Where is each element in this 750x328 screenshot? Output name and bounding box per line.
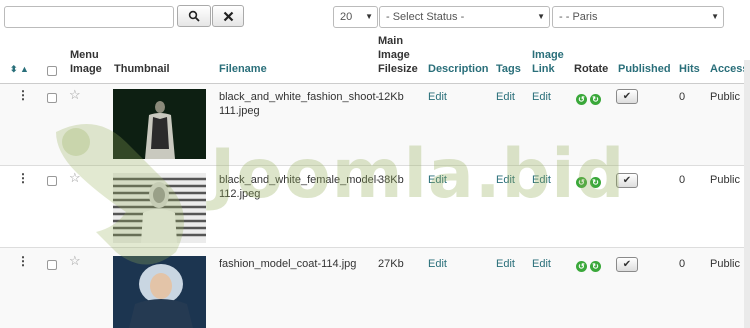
col-filesize-line3: Filesize <box>378 63 418 75</box>
col-menu-image[interactable]: Menu Image <box>70 48 102 76</box>
tags-edit-link[interactable]: Edit <box>496 173 515 187</box>
col-image-link[interactable]: Image Link <box>532 48 564 76</box>
drag-handle-icon[interactable]: ⋮ <box>17 254 29 268</box>
thumbnail-image[interactable] <box>113 256 206 328</box>
filename-line1: black_and_white_fashion_shoot- <box>219 91 380 103</box>
chevron-down-icon: ▼ <box>711 12 719 21</box>
check-icon: ✔ <box>622 90 632 102</box>
filename-line1: fashion_model_coat-114.jpg <box>219 258 357 270</box>
col-menu-image-line1: Menu <box>70 49 99 61</box>
description-edit-link[interactable]: Edit <box>428 257 447 271</box>
thumbnail-image[interactable] <box>113 173 206 243</box>
published-toggle[interactable]: ✔ <box>616 89 638 104</box>
check-icon: ✔ <box>622 258 632 270</box>
table-row: ⋮ ☆ black_and_white_female_model- 112.jp… <box>0 166 750 248</box>
image-link-edit-link[interactable]: Edit <box>532 257 551 271</box>
row-checkbox[interactable] <box>47 93 57 103</box>
select-all-checkbox[interactable] <box>47 66 57 76</box>
rotate-controls: ↺ ↻ <box>576 259 604 273</box>
rotate-left-icon[interactable]: ↺ <box>576 94 587 105</box>
col-thumbnail: Thumbnail <box>114 63 170 75</box>
col-tags[interactable]: Tags <box>496 62 521 76</box>
table-row: ⋮ ☆ fashion_model_coat-114.jpg 27Kb Edit… <box>0 248 750 328</box>
row-checkbox[interactable] <box>47 260 57 270</box>
filename: black_and_white_fashion_shoot- 111.jpeg <box>219 90 379 118</box>
hits-count: 0 <box>679 174 686 186</box>
published-toggle[interactable]: ✔ <box>616 257 638 272</box>
rotate-controls: ↺ ↻ <box>576 175 604 189</box>
list-limit-value: 20 <box>340 11 353 23</box>
rotate-controls: ↺ ↻ <box>576 92 604 106</box>
col-filename[interactable]: Filename <box>219 62 267 76</box>
close-icon <box>223 11 233 21</box>
col-menu-image-line2: Image <box>70 63 102 75</box>
drag-handle-icon[interactable]: ⋮ <box>17 171 29 185</box>
col-image-link-line1: Image <box>532 49 564 61</box>
chevron-down-icon: ▼ <box>537 12 545 21</box>
col-published[interactable]: Published <box>618 62 671 76</box>
filename: fashion_model_coat-114.jpg <box>219 257 356 271</box>
access-level: Public <box>710 258 740 270</box>
list-limit-select[interactable]: 20 ▼ <box>333 6 378 28</box>
rotate-left-icon[interactable]: ↺ <box>576 177 587 188</box>
sort-arrows-icon[interactable]: ⬍ ▲ <box>10 62 29 76</box>
category-filter-value: - - Paris <box>559 11 598 23</box>
image-link-edit-link[interactable]: Edit <box>532 90 551 104</box>
access-level: Public <box>710 91 740 103</box>
col-rotate: Rotate <box>574 63 609 75</box>
row-checkbox[interactable] <box>47 176 57 186</box>
search-icon <box>188 10 200 22</box>
filename: black_and_white_female_model- 112.jpeg <box>219 173 380 201</box>
rotate-right-icon[interactable]: ↻ <box>590 177 601 188</box>
rotate-right-icon[interactable]: ↻ <box>590 261 601 272</box>
filesize: 38Kb <box>378 174 404 186</box>
table-row: ⋮ ☆ black_and_white_fashion_shoot- 111.j… <box>0 84 750 166</box>
access-level: Public <box>710 174 740 186</box>
status-filter-value: - Select Status - <box>386 11 465 23</box>
tags-edit-link[interactable]: Edit <box>496 257 515 271</box>
col-hits[interactable]: Hits <box>679 62 700 76</box>
tags-edit-link[interactable]: Edit <box>496 90 515 104</box>
chevron-down-icon: ▼ <box>365 12 373 21</box>
thumbnail-image[interactable] <box>113 89 206 159</box>
col-filesize-line1: Main <box>378 35 404 47</box>
table-header: ⬍ ▲ Menu Image Thumbnail Filename Main I… <box>0 34 750 84</box>
star-icon[interactable]: ☆ <box>69 254 81 268</box>
hits-count: 0 <box>679 258 686 270</box>
drag-handle-icon[interactable]: ⋮ <box>17 88 29 102</box>
filesize: 12Kb <box>378 91 404 103</box>
published-toggle[interactable]: ✔ <box>616 173 638 188</box>
star-icon[interactable]: ☆ <box>69 171 81 185</box>
col-description[interactable]: Description <box>428 62 489 76</box>
rotate-left-icon[interactable]: ↺ <box>576 261 587 272</box>
category-filter-select[interactable]: - - Paris ▼ <box>552 6 724 28</box>
hits-count: 0 <box>679 91 686 103</box>
col-image-link-line2: Link <box>532 63 555 75</box>
col-filesize[interactable]: Main Image Filesize <box>378 34 418 76</box>
search-input[interactable] <box>4 6 174 28</box>
filesize: 27Kb <box>378 258 404 270</box>
description-edit-link[interactable]: Edit <box>428 90 447 104</box>
star-icon[interactable]: ☆ <box>69 88 81 102</box>
col-access[interactable]: Access <box>710 62 749 76</box>
image-link-edit-link[interactable]: Edit <box>532 173 551 187</box>
scrollbar[interactable] <box>744 60 750 328</box>
col-filesize-line2: Image <box>378 49 410 61</box>
check-icon: ✔ <box>622 174 632 186</box>
filename-line2: 111.jpeg <box>219 105 260 117</box>
filter-toolbar: 20 ▼ - Select Status - ▼ - - Paris ▼ <box>0 0 750 34</box>
filename-line2: 112.jpeg <box>219 188 261 200</box>
description-edit-link[interactable]: Edit <box>428 173 447 187</box>
rotate-right-icon[interactable]: ↻ <box>590 94 601 105</box>
search-button[interactable] <box>177 5 211 27</box>
clear-button[interactable] <box>212 5 244 27</box>
filename-line1: black_and_white_female_model- <box>219 174 380 186</box>
status-filter-select[interactable]: - Select Status - ▼ <box>379 6 550 28</box>
